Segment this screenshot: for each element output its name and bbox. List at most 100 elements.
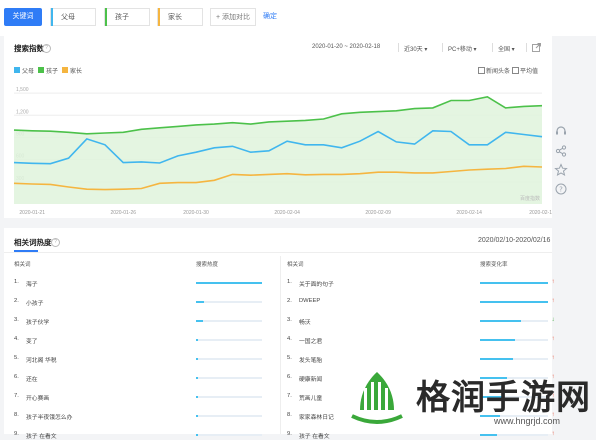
trend-chart: 1,5001,2009006003002020-01-212020-01-262… [13, 87, 552, 216]
share-nodes-icon[interactable] [554, 144, 568, 158]
keyword-chip-1[interactable]: 父母 [50, 8, 96, 26]
heat-bar-fill [196, 358, 198, 360]
rank-number: 1. [14, 279, 19, 285]
related-word-link[interactable]: 孩子 在看文 [26, 431, 57, 440]
legend-swatch [14, 67, 20, 73]
main-keyword-tab[interactable]: 关键词 [4, 8, 42, 26]
rank-number: 8. [14, 412, 19, 418]
rank-number: 9. [14, 431, 19, 437]
period-select[interactable]: 近30天 ▾ [404, 44, 427, 53]
brand-url: www.hngrjd.com [494, 416, 561, 426]
x-tick-label: 2020-02-18 [529, 210, 552, 216]
heat-bar-track [196, 301, 262, 303]
keyword-color-bar [105, 8, 107, 26]
related-word-link[interactable]: 变了 [26, 336, 38, 345]
brand-logo [351, 372, 403, 424]
x-tick-label: 2020-01-21 [19, 210, 45, 216]
arrow-up-icon: ↑ [551, 336, 555, 342]
series-area [14, 96, 542, 204]
divider [492, 43, 493, 52]
rank-number: 4. [287, 336, 292, 342]
legend-swatch [38, 67, 44, 73]
heat-bar-fill [196, 396, 198, 398]
heat-bar-track [196, 434, 262, 436]
arrow-up-icon: ↑ [551, 279, 555, 285]
news-checkbox[interactable] [478, 67, 485, 74]
related-word-link[interactable]: 硬康新闻 [299, 374, 322, 383]
rate-bar-track [480, 282, 548, 284]
related-word-link[interactable]: 发头笔胎 [299, 355, 322, 364]
related-word-link[interactable]: 开心赛画 [26, 393, 49, 402]
help-icon[interactable]: ? [42, 44, 51, 53]
related-word-link[interactable]: 关于面的句子 [299, 279, 334, 288]
related-word-link[interactable]: 河北阁 华税 [26, 355, 57, 364]
heat-bar-fill [196, 320, 203, 322]
arrow-up-icon: ↑ [551, 355, 555, 361]
related-word-link[interactable]: 荒画儿童 [299, 393, 322, 402]
trend-card: 搜索指数 ? 2020-01-20 ~ 2020-02-18 近30天 ▾ PC… [4, 36, 552, 218]
share-icon[interactable] [532, 43, 541, 52]
related-word-link[interactable]: 小孩子 [26, 298, 43, 307]
x-tick-label: 2020-02-04 [274, 210, 300, 216]
svg-text:?: ? [559, 186, 563, 194]
related-word-link[interactable]: 家家森林日记 [299, 412, 334, 421]
news-checkbox-label: 新闻头条 [486, 69, 511, 75]
related-word-link[interactable]: 海子 [26, 279, 38, 288]
keyword-color-bar [158, 8, 160, 26]
rank-number: 3. [14, 317, 19, 323]
heat-bar-track [196, 282, 262, 284]
rank-number: 7. [14, 393, 19, 399]
help-circle-icon[interactable]: ? [554, 182, 568, 196]
star-icon[interactable] [554, 163, 568, 177]
rate-bar-fill [480, 320, 521, 322]
related-word-link[interactable]: 孩子半夜饿怎么办 [26, 412, 72, 421]
related-word-link[interactable]: DWEEP [299, 298, 320, 304]
arrow-down-icon: ↓ [551, 317, 555, 323]
related-word-link[interactable]: 孩子 在看文 [299, 431, 330, 440]
keyword-chip-3[interactable]: 家长 [157, 8, 203, 26]
rate-bar-track [480, 301, 548, 303]
divider [526, 43, 527, 52]
x-tick-label: 2020-02-14 [456, 210, 482, 216]
average-checkbox[interactable] [512, 67, 519, 74]
heat-bar-track [196, 415, 262, 417]
right-word-header: 相关词 [287, 262, 304, 268]
heat-bar-track [196, 358, 262, 360]
rank-number: 1. [287, 279, 292, 285]
rank-number: 4. [14, 336, 19, 342]
x-tick-label: 2020-01-26 [110, 210, 136, 216]
related-word-link[interactable]: 孩子伙学 [26, 317, 49, 326]
divider [398, 43, 399, 52]
related-word-link[interactable]: 还在 [26, 374, 38, 383]
left-word-header: 相关词 [14, 262, 31, 268]
x-tick-label: 2020-01-30 [183, 210, 209, 216]
keyword-chip-2[interactable]: 孩子 [104, 8, 150, 26]
rate-bar-fill [480, 434, 497, 436]
rank-number: 9. [287, 431, 292, 437]
rank-number: 8. [287, 412, 292, 418]
heat-bar-fill [196, 339, 198, 341]
related-title: 相关词热度 [14, 238, 52, 247]
add-compare-button[interactable]: + 添加对比 [210, 8, 256, 26]
rate-bar-fill [480, 282, 548, 284]
headset-icon[interactable] [554, 124, 568, 138]
related-date-range: 2020/02/10-2020/02/16 [478, 237, 551, 244]
related-word-link[interactable]: 畅沃 [299, 317, 311, 326]
legend-swatch [62, 67, 68, 73]
region-select[interactable]: 全国 ▾ [498, 44, 515, 53]
help-icon[interactable]: ? [51, 238, 60, 247]
rank-number: 2. [14, 298, 19, 304]
chart-watermark: 百度指数 [520, 195, 540, 202]
rank-number: 6. [14, 374, 19, 380]
device-select[interactable]: PC+移动 ▾ [448, 44, 477, 53]
legend-label: 孩子 [46, 69, 59, 75]
confirm-button[interactable]: 确定 [263, 8, 277, 26]
heat-bar-track [196, 396, 262, 398]
heat-bar-fill [196, 377, 198, 379]
related-word-link[interactable]: 一国之君 [299, 336, 322, 345]
rank-number: 7. [287, 393, 292, 399]
heat-bar-track [196, 320, 262, 322]
heat-bar-fill [196, 301, 204, 303]
heat-bar-track [196, 377, 262, 379]
divider [442, 43, 443, 52]
